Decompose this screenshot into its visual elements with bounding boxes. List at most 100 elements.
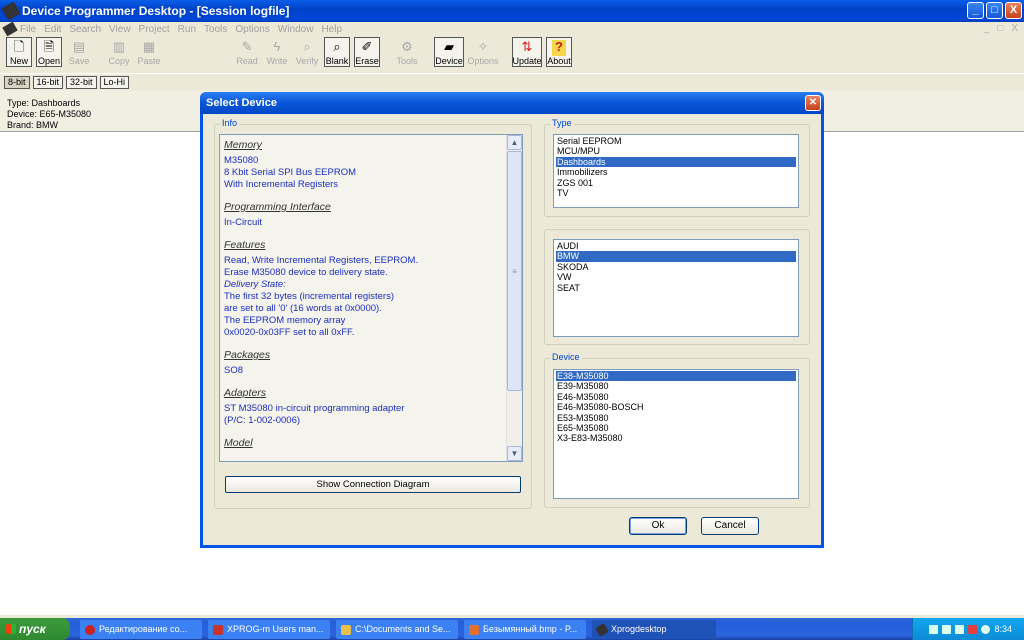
- show-connection-diagram-button[interactable]: Show Connection Diagram: [225, 476, 521, 493]
- signal-icon[interactable]: [942, 624, 952, 634]
- menu-tools[interactable]: Tools: [204, 24, 227, 35]
- network-icon[interactable]: [929, 624, 939, 634]
- security-icon[interactable]: [981, 624, 991, 634]
- dialog-close-button[interactable]: ✕: [805, 95, 821, 111]
- copy-button[interactable]: ▥ Copy: [106, 37, 132, 67]
- select-device-dialog: Select Device ✕ Info Memory M35080 8 Kbi…: [200, 92, 824, 548]
- bit-16-button[interactable]: 16-bit: [32, 76, 64, 89]
- menu-run[interactable]: Run: [178, 24, 196, 35]
- taskbar-item-xprogdesktop[interactable]: Xprogdesktop: [592, 620, 716, 639]
- features-line: are set to all '0' (16 words at 0x0000).: [224, 303, 382, 314]
- copy-label: Copy: [108, 56, 130, 66]
- lo-hi-button[interactable]: Lo-Hi: [99, 76, 130, 89]
- clock[interactable]: 8:34: [994, 624, 1012, 634]
- close-button[interactable]: X: [1005, 2, 1022, 19]
- type-item[interactable]: MCU/MPU: [556, 146, 796, 156]
- type-item[interactable]: Serial EEPROM: [556, 136, 796, 146]
- paste-button[interactable]: ▦ Paste: [136, 37, 162, 67]
- menu-options[interactable]: Options: [235, 24, 269, 35]
- brand-item[interactable]: SKODA: [556, 262, 796, 272]
- menu-window[interactable]: Window: [278, 24, 314, 35]
- save-button[interactable]: ▤ Save: [66, 37, 92, 67]
- device-item[interactable]: E53-M35080: [556, 413, 796, 423]
- device-item[interactable]: E65-M35080: [556, 423, 796, 433]
- bit-32-button[interactable]: 32-bit: [66, 76, 97, 89]
- update-button[interactable]: ⇅ Update: [512, 37, 542, 67]
- window-titlebar[interactable]: Device Programmer Desktop - [Session log…: [0, 0, 1024, 22]
- blank-button[interactable]: ⌕ Blank: [324, 37, 350, 67]
- info-textbox[interactable]: Memory M35080 8 Kbit Serial SPI Bus EEPR…: [219, 134, 523, 462]
- type-item-selected[interactable]: Dashboards: [556, 156, 796, 168]
- new-button[interactable]: 🗋 New: [6, 37, 32, 67]
- tools-label: Tools: [396, 56, 418, 66]
- read-icon: ✎: [241, 39, 253, 54]
- scroll-down-icon[interactable]: ▼: [507, 446, 522, 461]
- open-button[interactable]: 🗎 Open: [36, 37, 62, 67]
- menu-edit[interactable]: Edit: [44, 24, 61, 35]
- verify-button[interactable]: ⌕ Verify: [294, 37, 320, 67]
- options-button[interactable]: ✧ Options: [467, 37, 499, 67]
- memory-line: 8 Kbit Serial SPI Bus EEPROM: [224, 167, 356, 178]
- about-button[interactable]: ? About: [546, 37, 572, 67]
- task-label: Безымянный.bmp - P...: [483, 624, 578, 634]
- taskbar-item-paint[interactable]: Безымянный.bmp - P...: [464, 620, 586, 639]
- memory-heading: Memory: [224, 139, 262, 151]
- bit-8-button[interactable]: 8-bit: [4, 76, 30, 89]
- mdi-close-button[interactable]: X: [1011, 23, 1018, 34]
- features-line: The first 32 bytes (incremental register…: [224, 291, 395, 302]
- adapters-heading: Adapters: [224, 387, 267, 399]
- taskbar-item-explorer[interactable]: C:\Documents and Se...: [336, 620, 458, 639]
- info-scrollbar[interactable]: ▲ ≡ ▼: [506, 135, 522, 461]
- type-item[interactable]: TV: [556, 188, 796, 198]
- ok-button[interactable]: Ok: [629, 517, 687, 535]
- device-group-label: Device: [550, 352, 582, 362]
- mdi-restore-button[interactable]: □: [997, 23, 1003, 34]
- scroll-up-icon[interactable]: ▲: [507, 135, 522, 150]
- minimize-button[interactable]: _: [967, 2, 984, 19]
- start-button[interactable]: пуск: [0, 618, 70, 640]
- erase-button[interactable]: ✐ Erase: [354, 37, 380, 67]
- type-item[interactable]: ZGS 001: [556, 178, 796, 188]
- brand-item[interactable]: SEAT: [556, 283, 796, 293]
- maximize-button[interactable]: □: [986, 2, 1003, 19]
- menu-view[interactable]: View: [109, 24, 131, 35]
- language-icon[interactable]: [968, 624, 978, 634]
- device-button[interactable]: ▰ Device: [434, 37, 464, 67]
- device-item[interactable]: E46-M35080-BOSCH: [556, 402, 796, 412]
- taskbar-item-opera[interactable]: Редактирование со...: [80, 620, 202, 639]
- device-item-selected[interactable]: E38-M35080: [556, 371, 796, 382]
- device-item[interactable]: E46-M35080: [556, 392, 796, 402]
- adapters-line: ST M35080 in-circuit programming adapter: [224, 403, 405, 414]
- mdi-child-icon[interactable]: [2, 21, 18, 37]
- brand-item-selected[interactable]: BMW: [556, 251, 796, 262]
- type-item[interactable]: Immobilizers: [556, 167, 796, 177]
- new-label: New: [9, 56, 28, 66]
- cancel-button[interactable]: Cancel: [701, 517, 759, 535]
- options-label: Options: [467, 56, 499, 66]
- device-item[interactable]: E39-M35080: [556, 381, 796, 391]
- scroll-thumb[interactable]: ≡: [507, 151, 522, 391]
- device-item[interactable]: X3-E83-M35080: [556, 433, 796, 443]
- menu-file[interactable]: File: [20, 24, 36, 35]
- window-controls: _ □ X: [967, 2, 1022, 19]
- device-listbox[interactable]: E38-M35080 E39-M35080 E46-M35080 E46-M35…: [553, 369, 799, 499]
- read-button[interactable]: ✎ Read: [234, 37, 260, 67]
- window-title: Device Programmer Desktop - [Session log…: [22, 4, 290, 18]
- taskbar-item-pdf[interactable]: XPROG-m Users man...: [208, 620, 330, 639]
- tools-icon: ⚙: [401, 39, 413, 54]
- mdi-minimize-button[interactable]: _: [984, 23, 990, 34]
- brand-item[interactable]: AUDI: [556, 241, 796, 251]
- dialog-titlebar[interactable]: Select Device ✕: [200, 92, 824, 114]
- info-text: Memory M35080 8 Kbit Serial SPI Bus EEPR…: [224, 139, 508, 453]
- tools-button[interactable]: ⚙ Tools: [394, 37, 420, 67]
- options-icon: ✧: [477, 39, 489, 54]
- menu-search[interactable]: Search: [69, 24, 101, 35]
- brand-item[interactable]: VW: [556, 272, 796, 282]
- battery-icon[interactable]: [955, 624, 965, 634]
- write-button[interactable]: ϟ Write: [264, 37, 290, 67]
- menu-project[interactable]: Project: [139, 24, 170, 35]
- brand-listbox[interactable]: AUDI BMW SKODA VW SEAT: [553, 239, 799, 337]
- menu-help[interactable]: Help: [321, 24, 342, 35]
- programming-interface-heading: Programming Interface: [224, 201, 331, 213]
- type-listbox[interactable]: Serial EEPROM MCU/MPU Dashboards Immobil…: [553, 134, 799, 208]
